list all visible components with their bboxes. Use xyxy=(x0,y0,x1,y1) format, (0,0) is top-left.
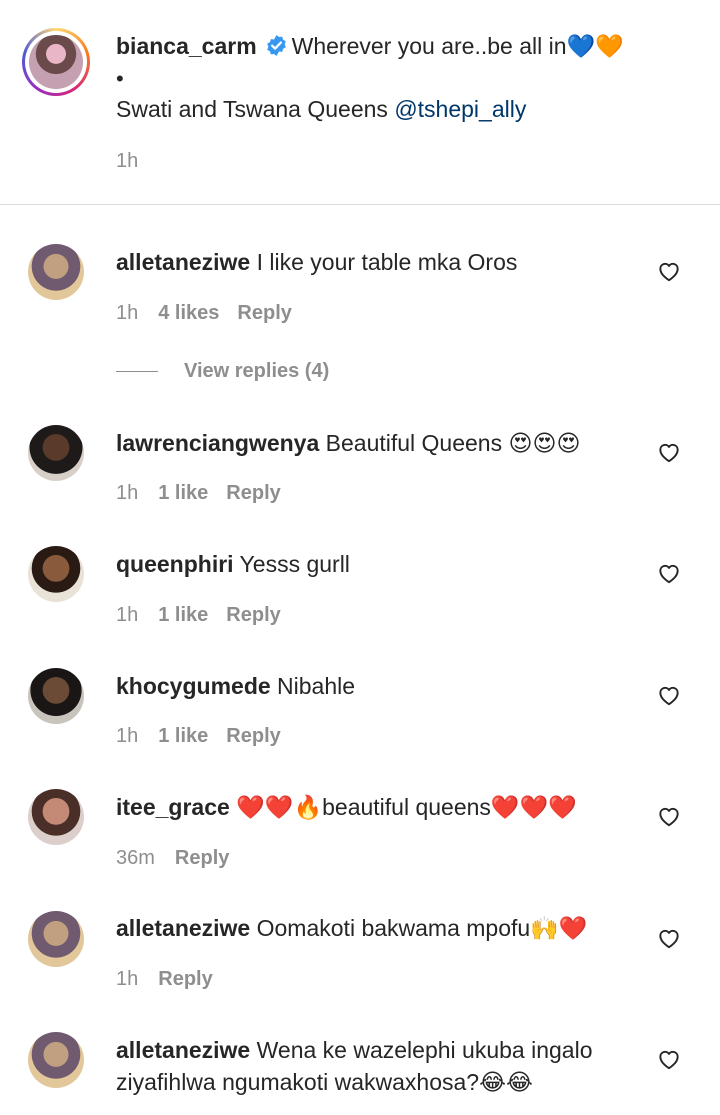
like-heart-icon[interactable] xyxy=(656,560,682,586)
comment-body: Oomakoti bakwama mpofu🙌❤️ xyxy=(256,915,588,941)
like-heart-icon[interactable] xyxy=(656,439,682,465)
comment-username[interactable]: khocygumede xyxy=(116,673,271,699)
comment-time: 1h xyxy=(116,302,139,324)
comment-text: itee_grace ❤️❤️🔥beautiful queens❤️❤️❤️ xyxy=(116,791,636,823)
comment-time: 1h xyxy=(116,725,139,747)
comment-username[interactable]: lawrenciangwenya xyxy=(116,430,319,456)
comment-time: 1h xyxy=(116,482,139,504)
comment-time: 36m xyxy=(116,847,155,869)
comment-meta: 1h 1 like Reply xyxy=(116,725,299,748)
replies-line xyxy=(116,371,158,373)
comment-text: queenphiri Yesss gurll xyxy=(116,548,636,580)
poster-avatar[interactable] xyxy=(22,28,90,96)
comment-time: 1h xyxy=(116,604,139,626)
comment-body: Yesss gurll xyxy=(239,551,350,577)
verified-badge-icon xyxy=(266,34,286,57)
comment-username[interactable]: queenphiri xyxy=(116,551,234,577)
avatar[interactable] xyxy=(28,244,84,300)
reply-button[interactable]: Reply xyxy=(175,847,229,869)
like-heart-icon[interactable] xyxy=(656,258,682,284)
comment-meta: 1h Reply xyxy=(116,968,231,991)
comment-text: alletaneziwe Wena ke wazelephi ukuba ing… xyxy=(116,1034,636,1098)
caption-dot: • xyxy=(116,66,124,91)
like-heart-icon[interactable] xyxy=(656,925,682,951)
comment-time: 1h xyxy=(116,968,139,990)
caption-mention[interactable]: @tshepi_ally xyxy=(394,96,526,122)
comment-text: khocygumede Nibahle xyxy=(116,670,636,702)
caption-time: 1h xyxy=(116,150,139,172)
caption-username[interactable]: bianca_carm xyxy=(116,33,257,59)
comment-username[interactable]: alletaneziwe xyxy=(116,915,250,941)
reply-button[interactable]: Reply xyxy=(226,604,280,626)
comment-username[interactable]: itee_grace xyxy=(116,794,230,820)
comment-text: alletaneziwe Oomakoti bakwama mpofu🙌❤️ xyxy=(116,912,636,944)
avatar[interactable] xyxy=(28,1032,84,1088)
avatar[interactable] xyxy=(28,546,84,602)
reply-button[interactable]: Reply xyxy=(226,482,280,504)
avatar[interactable] xyxy=(28,668,84,724)
comment-text: alletaneziwe I like your table mka Oros xyxy=(116,246,636,278)
avatar[interactable] xyxy=(28,789,84,845)
comment-body: Nibahle xyxy=(277,673,356,699)
comment-body: Beautiful Queens 😍😍😍 xyxy=(325,430,581,456)
caption-text-2: Swati and Tswana Queens xyxy=(116,96,395,122)
comment-likes[interactable]: 4 likes xyxy=(158,302,219,324)
post-caption: bianca_carm Wherever you are..be all in💙🧡… xyxy=(0,0,720,204)
comment-meta: 36m Reply xyxy=(116,847,247,870)
comment-likes[interactable]: 1 like xyxy=(158,482,208,504)
caption-line-2: Swati and Tswana Queens @tshepi_ally xyxy=(116,96,526,123)
comment-likes[interactable]: 1 like xyxy=(158,604,208,626)
reply-button[interactable]: Reply xyxy=(226,725,280,747)
comment-username[interactable]: alletaneziwe xyxy=(116,1037,250,1063)
comment-text: lawrenciangwenya Beautiful Queens 😍😍😍 xyxy=(116,427,636,459)
caption-emoji: 💙🧡 xyxy=(566,33,624,59)
avatar[interactable] xyxy=(28,425,84,481)
like-heart-icon[interactable] xyxy=(656,682,682,708)
comment-body: ❤️❤️🔥beautiful queens❤️❤️❤️ xyxy=(236,794,577,820)
avatar[interactable] xyxy=(28,911,84,967)
caption-text-1: Wherever you are..be all in xyxy=(291,33,567,59)
comment-body: I like your table mka Oros xyxy=(256,249,518,275)
like-heart-icon[interactable] xyxy=(656,1046,682,1072)
view-replies-button[interactable]: View replies (4) xyxy=(116,360,329,383)
like-heart-icon[interactable] xyxy=(656,803,682,829)
reply-button[interactable]: Reply xyxy=(237,302,291,324)
reply-button[interactable]: Reply xyxy=(158,968,212,990)
comment-likes[interactable]: 1 like xyxy=(158,725,208,747)
comment-username[interactable]: alletaneziwe xyxy=(116,249,250,275)
caption-line-1: bianca_carm Wherever you are..be all in💙🧡 xyxy=(116,33,624,60)
comment-meta: 1h 1 like Reply xyxy=(116,482,299,505)
divider xyxy=(0,204,720,205)
comment-meta: 1h 1 like Reply xyxy=(116,604,299,627)
comment-meta: 1h 4 likes Reply xyxy=(116,302,310,325)
